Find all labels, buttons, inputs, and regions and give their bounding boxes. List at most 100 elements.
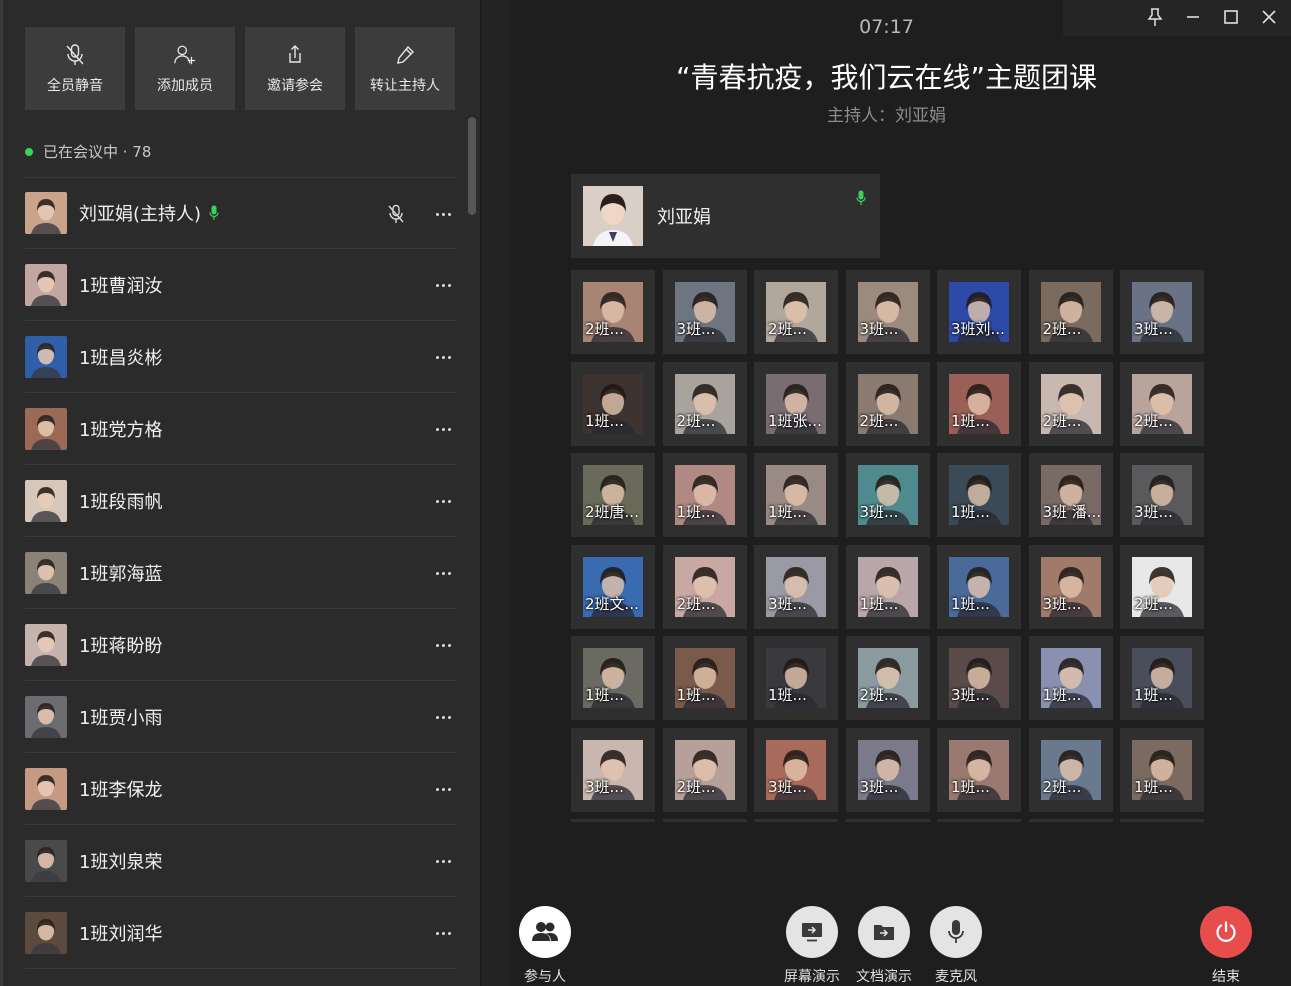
participant-tile[interactable]: 3班...	[845, 270, 930, 354]
participant-tile[interactable]: 2班...	[1028, 270, 1113, 354]
participant-tile[interactable]: 1班...	[1120, 727, 1204, 812]
invite-button[interactable]: 邀请参会	[245, 27, 345, 110]
transfer-host-button[interactable]: 转让主持人	[355, 27, 455, 110]
participant-tile[interactable]: 1班...	[937, 361, 1021, 446]
participant-tile[interactable]: 1班张...	[754, 361, 838, 446]
add-member-button[interactable]: 添加成员	[135, 27, 235, 110]
participant-tile[interactable]: 2班...	[1120, 544, 1204, 629]
participant-tile[interactable]: 2班...	[571, 270, 655, 354]
participant-tile[interactable]: 2班唐...	[571, 453, 655, 537]
member-row[interactable]: 1班刘泉荣	[25, 825, 457, 897]
more-options-icon[interactable]	[429, 779, 457, 799]
participant-tile[interactable]: 1班...	[937, 544, 1021, 629]
host-video-card[interactable]: 刘亚娟	[571, 174, 880, 258]
participant-tile[interactable]: 2班...	[845, 361, 930, 446]
participant-tile[interactable]: 1班...	[937, 727, 1021, 812]
member-actions	[429, 537, 457, 609]
participant-tile[interactable]	[571, 819, 655, 822]
member-row[interactable]: 1班段雨帆	[25, 465, 457, 537]
member-row[interactable]: 刘亚娟(主持人)	[25, 177, 457, 249]
participant-thumbnail: 1班...	[1132, 648, 1192, 708]
participant-tile-label: 3班...	[859, 777, 899, 796]
member-row[interactable]: 1班贾小雨	[25, 681, 457, 753]
participant-tile[interactable]: 2班...	[845, 636, 930, 720]
participant-tile[interactable]: 2班...	[662, 727, 747, 812]
participant-tile[interactable]: 1班...	[845, 544, 930, 629]
mute-all-button[interactable]: 全员静音	[25, 27, 125, 110]
participant-tile[interactable]: 2班...	[1028, 361, 1113, 446]
participant-tile[interactable]	[1028, 819, 1113, 822]
participant-tile[interactable]: 3班...	[1120, 270, 1204, 354]
participant-tile[interactable]: 3班刘...	[937, 270, 1021, 354]
participant-tile[interactable]: 3班...	[845, 727, 930, 812]
participant-tile[interactable]: 3班...	[937, 636, 1021, 720]
member-row[interactable]: 1班党方格	[25, 393, 457, 465]
participant-tile[interactable]: 2班...	[662, 361, 747, 446]
more-options-icon[interactable]	[429, 419, 457, 439]
participant-tile[interactable]: 1班...	[1120, 636, 1204, 720]
participant-tile[interactable]: 1班...	[937, 453, 1021, 537]
participants-button[interactable]: 参与人	[519, 906, 571, 986]
participant-tile[interactable]: 1班...	[1028, 636, 1113, 720]
member-row[interactable]: 1班昌炎彬	[25, 321, 457, 393]
mic-button[interactable]: 麦克风	[930, 906, 982, 986]
participant-tile[interactable]	[662, 819, 747, 822]
member-row[interactable]: 1班刘润华	[25, 897, 457, 969]
member-name: 1班贾小雨	[79, 707, 163, 729]
more-options-icon[interactable]	[429, 923, 457, 943]
member-row[interactable]: 1班蒋盼盼	[25, 609, 457, 681]
participant-tile[interactable]: 3班...	[662, 270, 747, 354]
more-options-icon[interactable]	[429, 347, 457, 367]
mic-icon	[948, 920, 964, 943]
more-options-icon[interactable]	[429, 707, 457, 727]
participant-tile[interactable]	[937, 819, 1021, 822]
more-options-icon[interactable]	[429, 563, 457, 583]
participant-tile[interactable]	[845, 819, 930, 822]
participant-tile[interactable]: 3班...	[754, 544, 838, 629]
screen-share-button[interactable]: 屏幕演示	[784, 906, 840, 986]
participant-tile[interactable]	[1120, 819, 1204, 822]
more-options-icon[interactable]	[429, 275, 457, 295]
participant-tile[interactable]: 1班...	[662, 453, 747, 537]
end-meeting-button[interactable]: 结束	[1200, 906, 1252, 986]
mute-member-button[interactable]	[385, 203, 407, 225]
more-options-icon[interactable]	[429, 204, 457, 224]
participant-tile-label: 1班...	[951, 411, 990, 430]
meeting-controls: 参与人 屏幕演示 文档演示 麦克风 结束	[482, 895, 1291, 986]
more-options-icon[interactable]	[429, 851, 457, 871]
participant-tile[interactable]: 3班 潘...	[1028, 453, 1113, 537]
more-options-icon[interactable]	[429, 491, 457, 511]
participant-thumbnail: 2班...	[1132, 373, 1192, 434]
participant-tile-label: 1班...	[676, 686, 716, 704]
participant-tile[interactable]: 2班文...	[571, 544, 655, 629]
participant-tile[interactable]: 1班...	[571, 636, 655, 720]
participant-tile[interactable]: 1班...	[662, 636, 747, 720]
member-name: 1班刘润华	[79, 923, 163, 945]
member-row[interactable]: 1班李保龙	[25, 753, 457, 825]
pen-icon	[393, 43, 417, 67]
doc-share-button[interactable]: 文档演示	[856, 906, 912, 986]
member-row[interactable]: 1班曹润汝	[25, 249, 457, 321]
participant-tile[interactable]	[754, 819, 838, 822]
sidebar-scrollbar[interactable]	[468, 117, 476, 215]
participant-tile[interactable]: 2班...	[1028, 727, 1113, 812]
participant-tile[interactable]: 3班...	[571, 727, 655, 812]
participant-tile[interactable]: 3班...	[845, 453, 930, 537]
participant-tile[interactable]: 3班...	[1028, 544, 1113, 629]
member-row[interactable]: 1班郭海蓝	[25, 537, 457, 609]
participant-tile[interactable]: 1班...	[754, 453, 838, 537]
mic-off-icon	[63, 43, 87, 67]
member-name: 1班曹润汝	[79, 275, 163, 297]
more-options-icon[interactable]	[429, 635, 457, 655]
participant-tile[interactable]: 3班...	[1120, 453, 1204, 537]
participant-tile[interactable]: 2班...	[662, 544, 747, 629]
participant-tile[interactable]: 2班...	[754, 270, 838, 354]
member-name: 1班段雨帆	[79, 491, 163, 513]
participant-tile-label: 3班...	[859, 320, 899, 338]
participant-tile-label: 1班...	[768, 503, 807, 521]
participant-tile[interactable]: 1班...	[571, 361, 655, 446]
participant-tile[interactable]: 2班...	[1120, 361, 1204, 446]
participant-tile-label: 2班...	[1134, 594, 1173, 613]
participant-tile[interactable]: 1班...	[754, 636, 838, 720]
participant-tile[interactable]: 3班...	[754, 727, 838, 812]
